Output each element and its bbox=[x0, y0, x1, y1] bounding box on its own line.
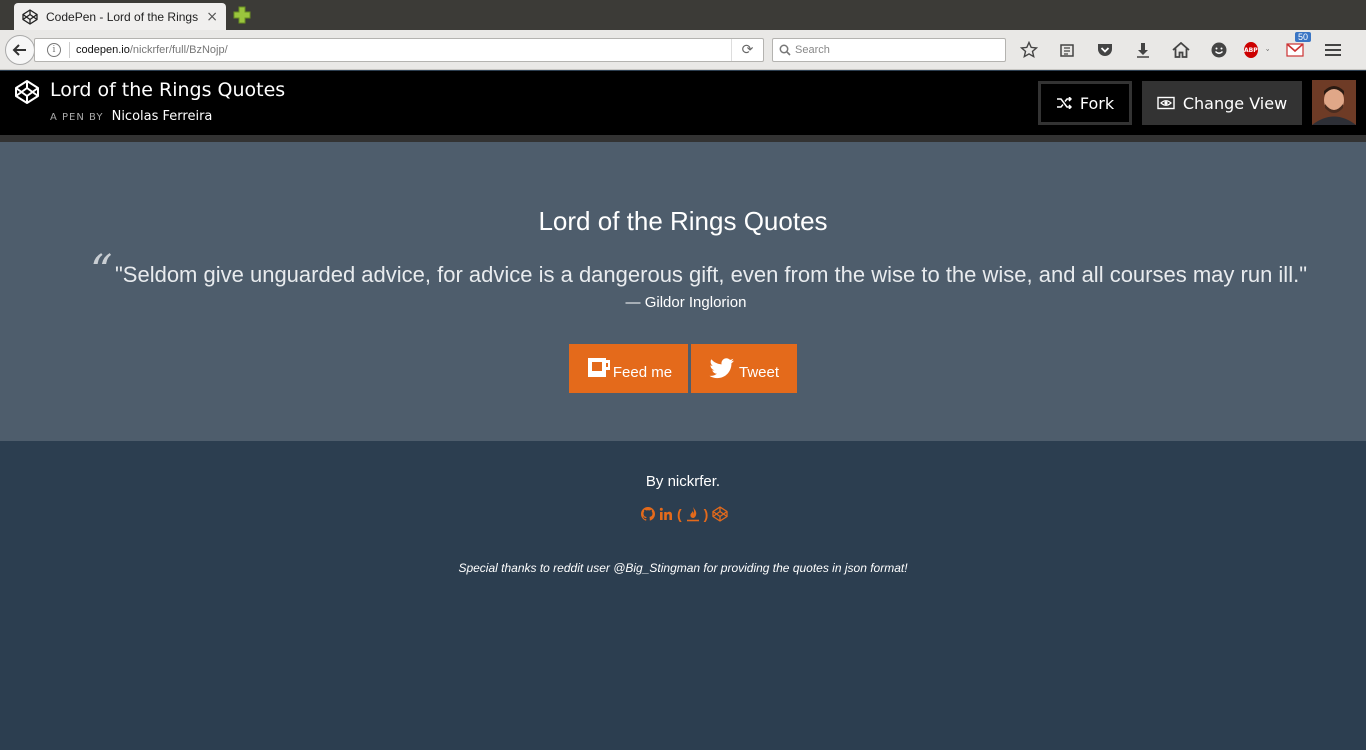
tab-title: CodePen - Lord of the Rings ... bbox=[46, 9, 201, 24]
browser-tab[interactable]: CodePen - Lord of the Rings ... × bbox=[14, 3, 226, 30]
site-info-icon[interactable]: i bbox=[47, 43, 61, 57]
new-tab-plus-icon[interactable] bbox=[233, 6, 251, 24]
fork-label: Fork bbox=[1079, 93, 1115, 113]
fork-button[interactable]: Fork bbox=[1038, 81, 1132, 125]
url-text: codepen.io/nickrfer/full/BzNojp/ bbox=[76, 44, 228, 56]
footer-social-links: ( ) bbox=[641, 505, 732, 523]
github-icon[interactable] bbox=[641, 507, 655, 521]
tweet-button[interactable]: Tweet bbox=[691, 344, 797, 393]
hamburger-menu-icon[interactable] bbox=[1320, 38, 1345, 62]
chevron-down-icon bbox=[1265, 49, 1269, 51]
codepen-favicon-icon bbox=[22, 8, 38, 25]
home-icon[interactable] bbox=[1168, 38, 1193, 62]
pocket-icon[interactable] bbox=[1092, 38, 1117, 62]
toolbar-icons: ABP 50 bbox=[1016, 32, 1358, 62]
quote-text: "Seldom give unguarded advice, for advic… bbox=[114, 262, 1308, 287]
codepen-logo-icon[interactable] bbox=[14, 79, 40, 105]
twitter-bird-icon bbox=[709, 357, 735, 380]
codepen-header: Lord of the Rings Quotes A PEN BY Nicola… bbox=[0, 71, 1366, 135]
quote-heading: Lord of the Rings Quotes bbox=[538, 206, 828, 236]
pen-by-label: A PEN BY bbox=[50, 112, 104, 123]
paren-open: ( bbox=[677, 506, 682, 522]
user-avatar[interactable] bbox=[1312, 80, 1356, 125]
quote-author: — Gildor Inglorion bbox=[625, 294, 747, 311]
fork-icon bbox=[1056, 97, 1072, 109]
browser-tab-strip: CodePen - Lord of the Rings ... × bbox=[0, 0, 1366, 30]
url-separator bbox=[69, 42, 70, 58]
footer-by-line: By nickrfer. bbox=[645, 473, 721, 490]
feed-me-label: Feed me bbox=[612, 364, 673, 381]
change-view-button[interactable]: Change View bbox=[1142, 81, 1302, 125]
gmail-count-badge: 50 bbox=[1294, 32, 1311, 42]
paren-close: ) bbox=[703, 506, 709, 522]
url-bar[interactable]: i codepen.io/nickrfer/full/BzNojp/ ⟳ bbox=[34, 38, 764, 62]
freecodecamp-icon[interactable] bbox=[686, 506, 700, 522]
bookmark-star-icon[interactable] bbox=[1016, 38, 1041, 62]
gmail-notifier-icon[interactable]: 50 bbox=[1282, 32, 1311, 62]
mug-icon bbox=[585, 357, 611, 381]
header-divider bbox=[0, 135, 1366, 142]
back-button[interactable] bbox=[5, 35, 35, 65]
pen-title: Lord of the Rings Quotes bbox=[50, 79, 286, 101]
hello-chat-icon[interactable] bbox=[1206, 38, 1231, 62]
pen-author-link[interactable]: Nicolas Ferreira bbox=[112, 109, 213, 124]
codepen-footer-icon[interactable] bbox=[712, 506, 728, 522]
eye-icon bbox=[1157, 96, 1175, 110]
tweet-label: Tweet bbox=[738, 364, 780, 381]
back-arrow-icon bbox=[12, 44, 26, 56]
download-icon[interactable] bbox=[1130, 38, 1155, 62]
change-view-label: Change View bbox=[1182, 93, 1288, 113]
pen-byline: A PEN BY Nicolas Ferreira bbox=[50, 109, 212, 124]
search-icon bbox=[779, 44, 791, 56]
browser-nav-bar: i codepen.io/nickrfer/full/BzNojp/ ⟳ Sea… bbox=[0, 30, 1366, 70]
tab-close-icon[interactable]: × bbox=[206, 9, 218, 25]
feed-me-button[interactable]: Feed me bbox=[569, 344, 688, 393]
reload-icon[interactable]: ⟳ bbox=[731, 39, 763, 61]
linkedin-icon[interactable] bbox=[659, 507, 673, 521]
reading-list-icon[interactable] bbox=[1054, 38, 1079, 62]
search-bar[interactable]: Search bbox=[772, 38, 1006, 62]
quote-section: Lord of the Rings Quotes “ "Seldom give … bbox=[0, 142, 1366, 441]
footer-thanks: Special thanks to reddit user @Big_Sting… bbox=[458, 561, 908, 575]
adblock-plus-icon[interactable]: ABP bbox=[1244, 38, 1269, 62]
search-placeholder: Search bbox=[795, 44, 830, 56]
